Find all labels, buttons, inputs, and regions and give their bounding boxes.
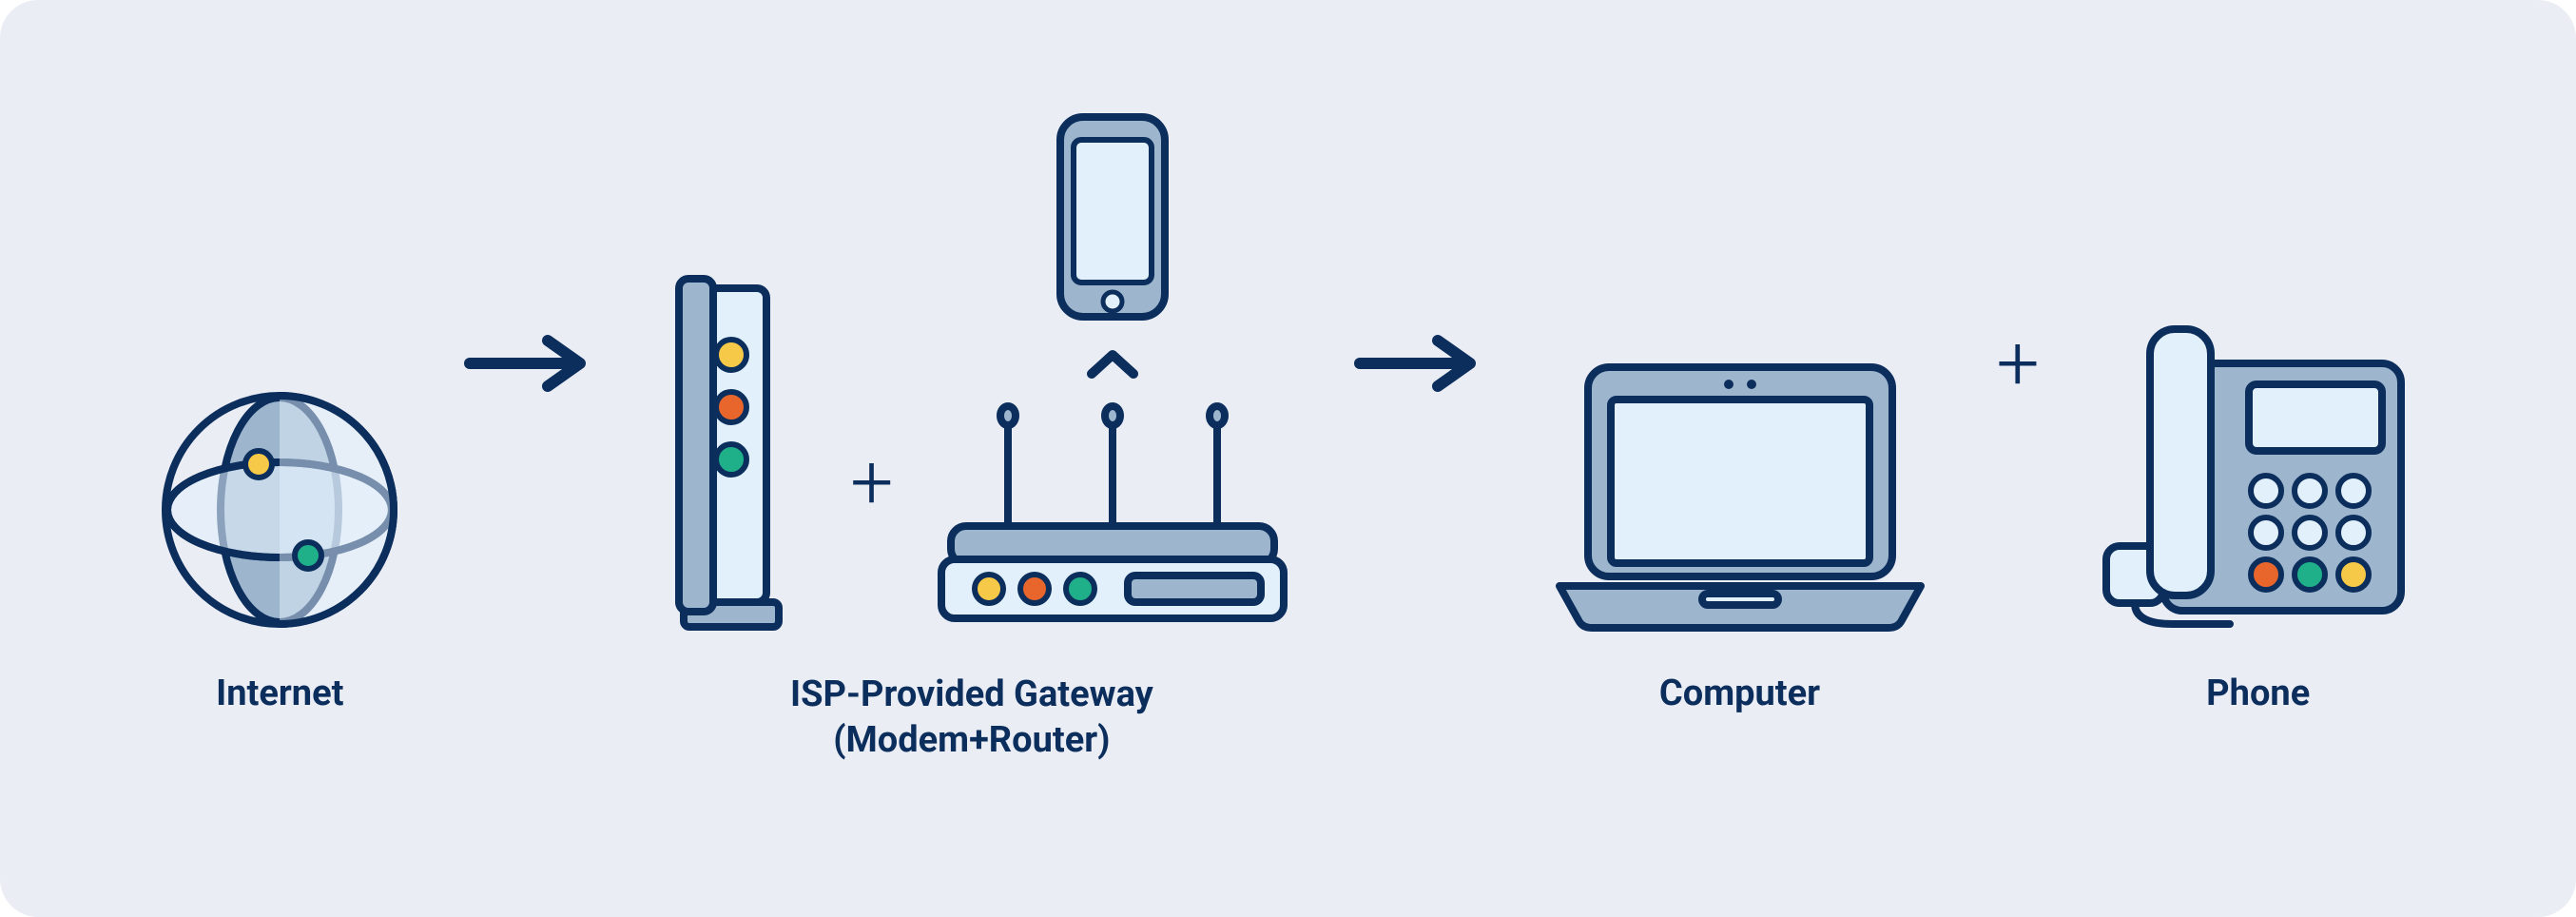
globe-icon (156, 154, 403, 634)
plus-icon: + (1997, 154, 2040, 763)
node-phone: Phone (2097, 154, 2420, 763)
node-gateway: + (650, 154, 1292, 763)
smartphone-icon (1051, 107, 1174, 330)
laptop-icon (1540, 154, 1940, 634)
chevron-up-icon (1084, 347, 1141, 385)
plus-icon: + (850, 444, 893, 634)
network-diagram: Internet (0, 0, 2576, 917)
router-with-phone (932, 107, 1293, 634)
router-icon (932, 402, 1293, 634)
diagram-row: Internet (0, 0, 2576, 917)
label-computer: Computer (1659, 672, 1820, 763)
label-gateway: ISP-Provided Gateway (Modem+Router) (790, 673, 1153, 763)
node-internet: Internet (156, 154, 403, 763)
node-computer: Computer (1540, 154, 1940, 763)
desk-phone-icon (2097, 154, 2420, 634)
label-internet: Internet (216, 672, 343, 763)
label-phone: Phone (2206, 672, 2310, 763)
arrow-icon (1350, 154, 1483, 763)
modem-icon (650, 269, 812, 634)
arrow-icon (460, 154, 593, 763)
